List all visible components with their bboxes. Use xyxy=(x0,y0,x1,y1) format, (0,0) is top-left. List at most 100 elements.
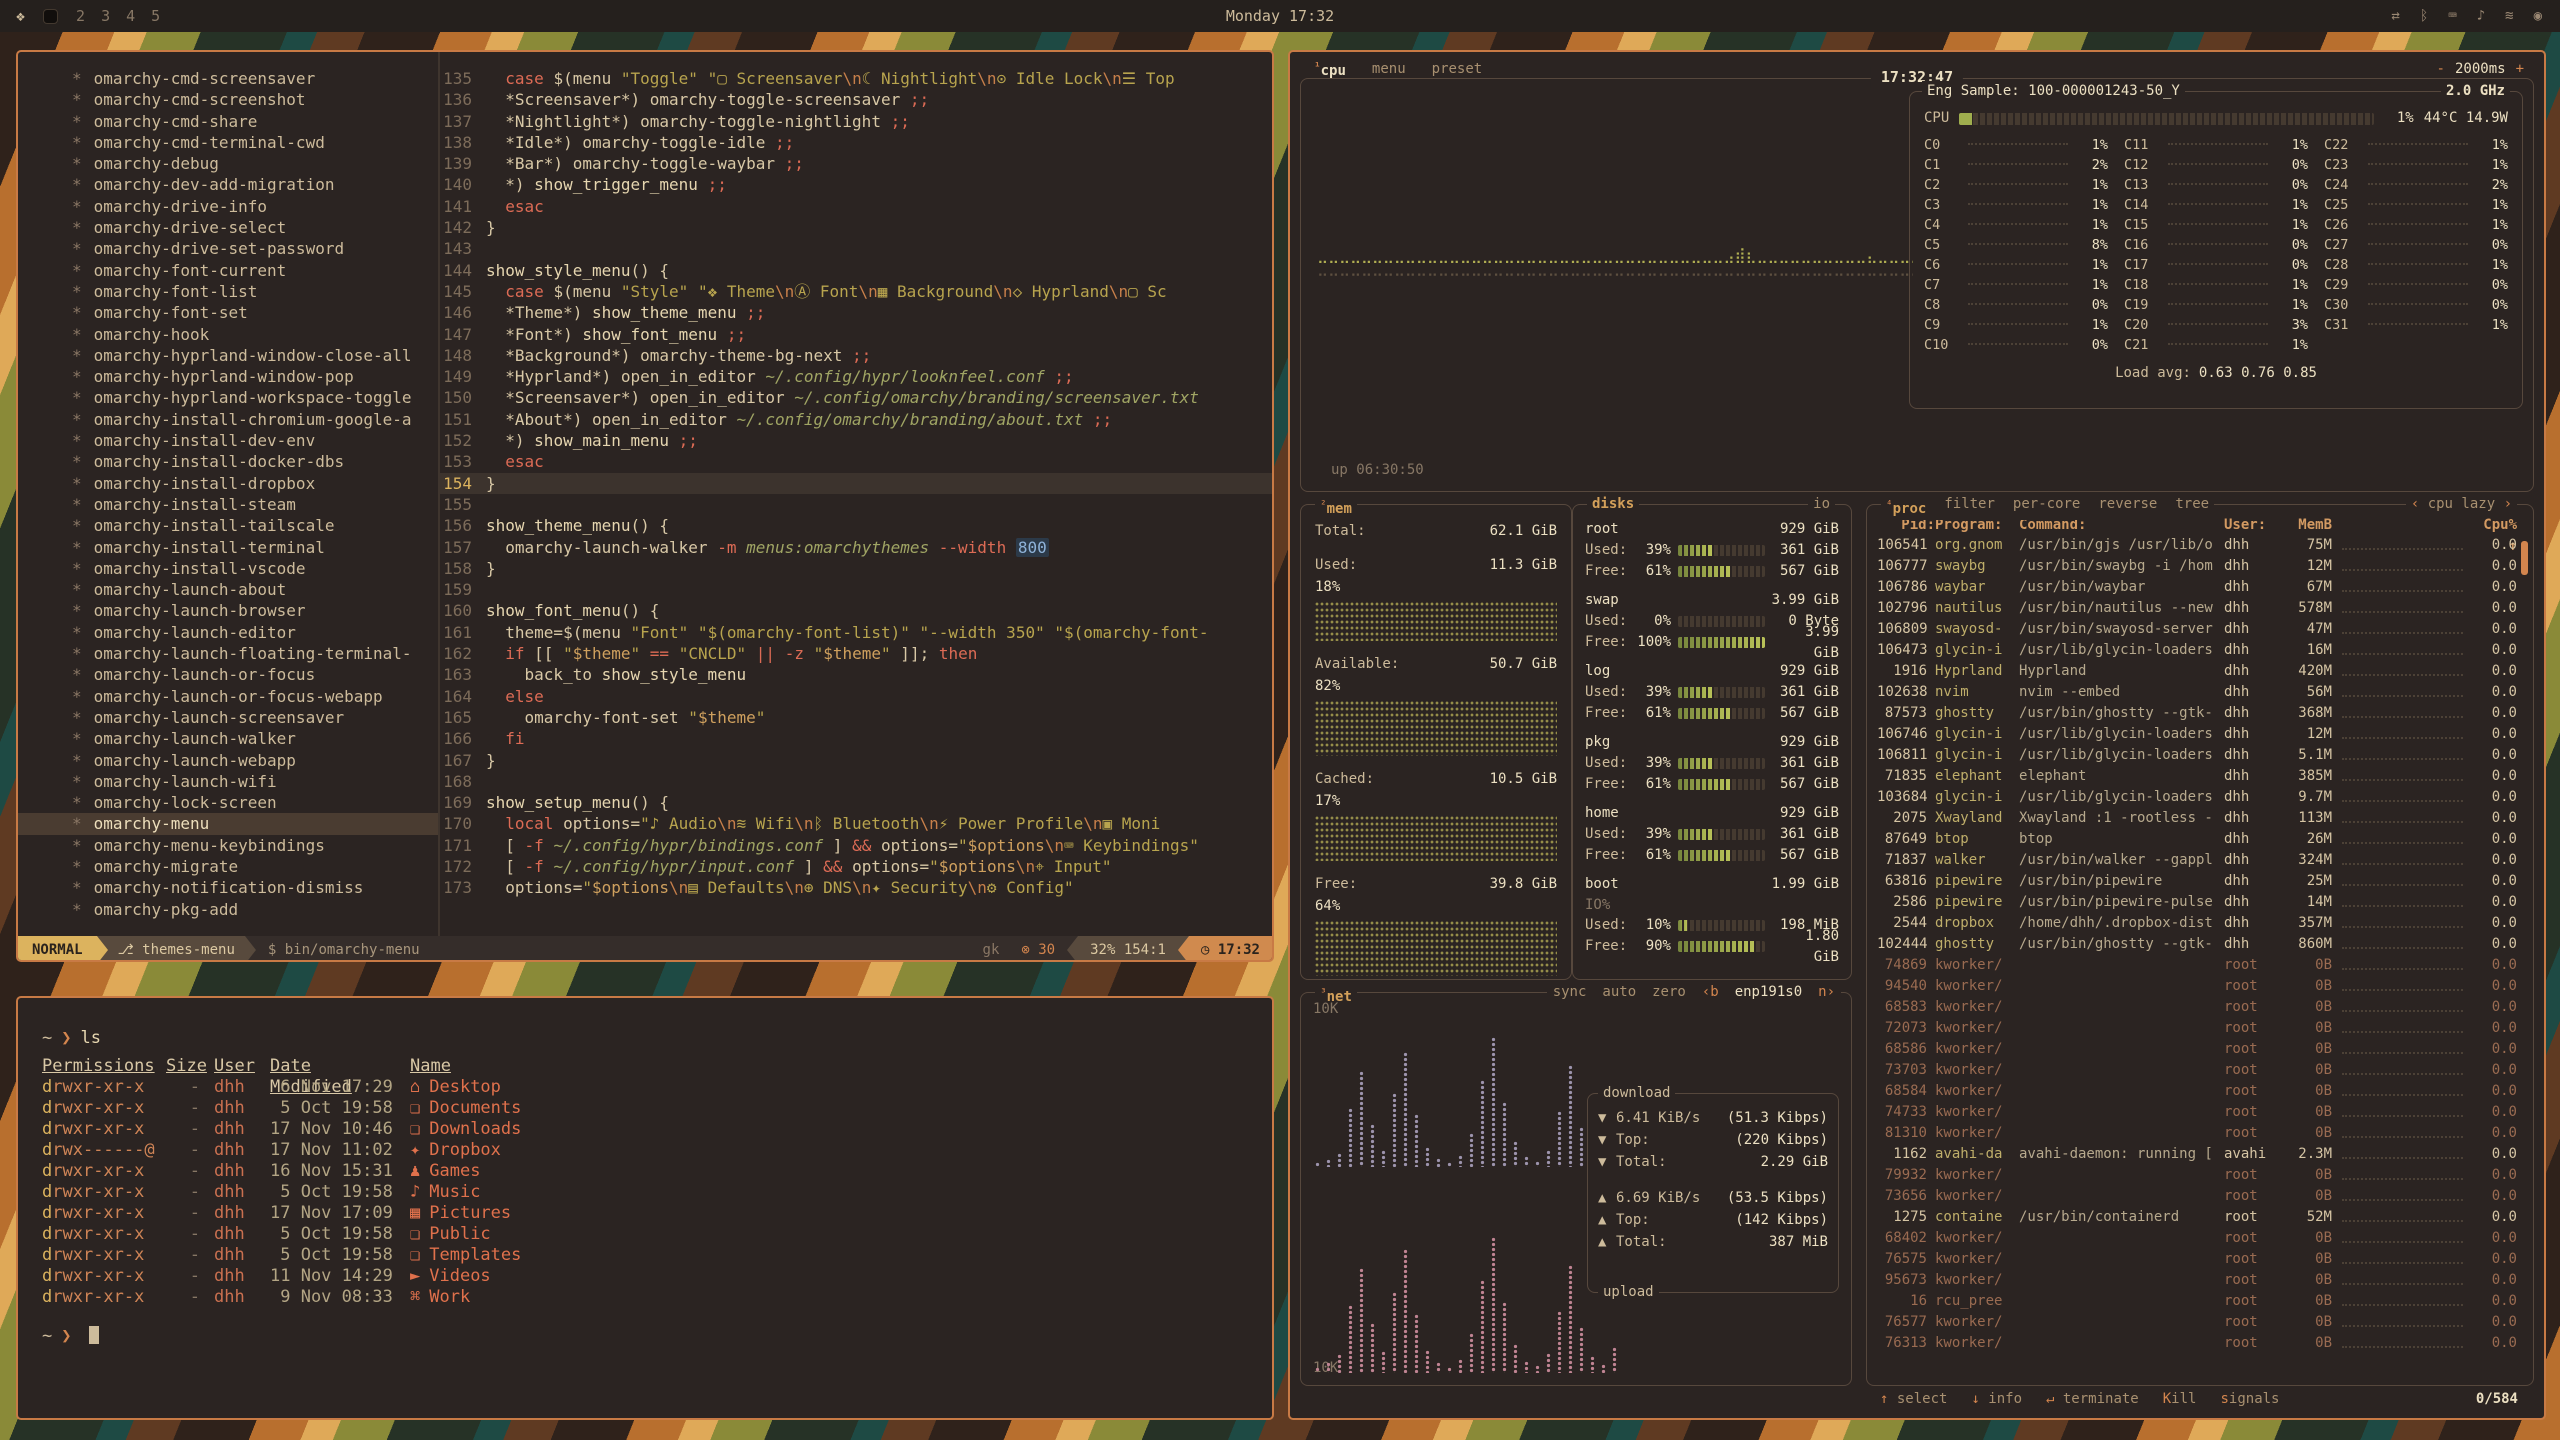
zero-button[interactable]: zero xyxy=(1652,982,1686,1003)
workspace-button[interactable]: 5 xyxy=(151,7,160,25)
code-line[interactable]: 163 back_to show_style_menu xyxy=(440,664,1272,685)
filter-button[interactable]: filter xyxy=(1944,494,1995,520)
bluetooth-icon[interactable]: ᛒ xyxy=(2420,8,2428,24)
code-line[interactable]: 146 *Theme*) show_theme_menu ;; xyxy=(440,302,1272,323)
menu-button[interactable]: menu xyxy=(1372,59,1406,80)
process-row[interactable]: 106809swayosd-/usr/bin/swayosd-serverdhh… xyxy=(1867,619,2533,640)
code-line[interactable]: 144show_style_menu() { xyxy=(440,260,1272,281)
file-item[interactable]: *omarchy-install-dev-env xyxy=(18,430,438,451)
proc-hint-button[interactable]: ↑ select xyxy=(1880,1389,1947,1410)
file-item[interactable]: *omarchy-launch-editor xyxy=(18,622,438,643)
code-line[interactable]: 148 *Background*) omarchy-theme-bg-next … xyxy=(440,345,1272,366)
file-item[interactable]: *omarchy-drive-set-password xyxy=(18,238,438,259)
code-line[interactable]: 165 omarchy-font-set "$theme" xyxy=(440,707,1272,728)
process-row[interactable]: 68583kworker/root0B0.0 xyxy=(1867,997,2533,1018)
file-item[interactable]: *omarchy-install-tailscale xyxy=(18,515,438,536)
file-item[interactable]: *omarchy-dev-add-migration xyxy=(18,174,438,195)
folder-name[interactable]: ❏Downloads xyxy=(402,1119,1272,1140)
process-row[interactable]: 76577kworker/root0B0.0 xyxy=(1867,1312,2533,1333)
code-line[interactable]: 170 local options="♪ Audio\n≋ Wifi\nᛒ Bl… xyxy=(440,813,1272,834)
code-line[interactable]: 157 omarchy-launch-walker -m menus:omarc… xyxy=(440,537,1272,558)
code-line[interactable]: 153 esac xyxy=(440,451,1272,472)
file-item[interactable]: *omarchy-pkg-add xyxy=(18,899,438,920)
code-line[interactable]: 151 *About*) open_in_editor ~/.config/om… xyxy=(440,409,1272,430)
screen-record-icon[interactable]: ◉ xyxy=(2534,8,2542,24)
code-line[interactable]: 141 esac xyxy=(440,196,1272,217)
code-editor[interactable]: 135 case $(menu "Toggle" "▢ Screensaver\… xyxy=(440,52,1272,936)
file-item[interactable]: *omarchy-install-terminal xyxy=(18,537,438,558)
code-line[interactable]: 161 theme=$(menu "Font" "$(omarchy-font-… xyxy=(440,622,1272,643)
process-row[interactable]: 71835elephantelephantdhh385M0.0 xyxy=(1867,766,2533,787)
process-row[interactable]: 76575kworker/root0B0.0 xyxy=(1867,1249,2533,1270)
tree-button[interactable]: tree xyxy=(2175,494,2209,520)
file-item[interactable]: *omarchy-launch-about xyxy=(18,579,438,600)
file-item[interactable]: *omarchy-hyprland-workspace-toggle xyxy=(18,387,438,408)
file-item[interactable]: *omarchy-drive-info xyxy=(18,196,438,217)
workspace-active-indicator[interactable] xyxy=(43,9,58,24)
process-row[interactable]: 95673kworker/root0B0.0 xyxy=(1867,1270,2533,1291)
file-item[interactable]: *omarchy-install-dropbox xyxy=(18,473,438,494)
process-row[interactable]: 74869kworker/root0B0.0 xyxy=(1867,955,2533,976)
code-line[interactable]: 149 *Hyprland*) open_in_editor ~/.config… xyxy=(440,366,1272,387)
file-item[interactable]: *omarchy-launch-or-focus xyxy=(18,664,438,685)
file-item[interactable]: *omarchy-migrate xyxy=(18,856,438,877)
process-row[interactable]: 2075XwaylandXwayland :1 -rootless -dhh11… xyxy=(1867,808,2533,829)
process-row[interactable]: 68402kworker/root0B0.0 xyxy=(1867,1228,2533,1249)
code-line[interactable]: 158} xyxy=(440,558,1272,579)
file-item[interactable]: *omarchy-hook xyxy=(18,324,438,345)
process-row[interactable]: 106746glycin-i/usr/lib/glycin-loadersdhh… xyxy=(1867,724,2533,745)
folder-name[interactable]: ✦Dropbox xyxy=(402,1140,1272,1161)
code-line[interactable]: 166 fi xyxy=(440,728,1272,749)
process-row[interactable]: 72073kworker/root0B0.0 xyxy=(1867,1018,2533,1039)
process-scrollbar[interactable] xyxy=(2521,541,2528,575)
file-item[interactable]: *omarchy-install-steam xyxy=(18,494,438,515)
code-line[interactable]: 172 [ -f ~/.config/hypr/input.conf ] && … xyxy=(440,856,1272,877)
folder-name[interactable]: ♪Music xyxy=(402,1182,1272,1203)
file-item[interactable]: *omarchy-font-current xyxy=(18,260,438,281)
file-item[interactable]: *omarchy-cmd-screensaver xyxy=(18,68,438,89)
file-item[interactable]: *omarchy-lock-screen xyxy=(18,792,438,813)
process-row[interactable]: 73703kworker/root0B0.0 xyxy=(1867,1060,2533,1081)
code-line[interactable]: 147 *Font*) show_font_menu ;; xyxy=(440,324,1272,345)
file-item[interactable]: *omarchy-notification-dismiss xyxy=(18,877,438,898)
file-item[interactable]: *omarchy-menu-keybindings xyxy=(18,835,438,856)
file-item[interactable]: *omarchy-font-list xyxy=(18,281,438,302)
process-row[interactable]: 106786waybar/usr/bin/waybardhh67M0.0 xyxy=(1867,577,2533,598)
file-item[interactable]: *omarchy-hyprland-window-pop xyxy=(18,366,438,387)
folder-name[interactable]: ♟Games xyxy=(402,1161,1272,1182)
process-row[interactable]: 2586pipewire/usr/bin/pipewire-pulsedhh14… xyxy=(1867,892,2533,913)
file-item[interactable]: *omarchy-cmd-screenshot xyxy=(18,89,438,110)
preset-button[interactable]: preset xyxy=(1432,59,1483,80)
file-item[interactable]: *omarchy-launch-webapp xyxy=(18,750,438,771)
code-line[interactable]: 150 *Screensaver*) open_in_editor ~/.con… xyxy=(440,387,1272,408)
code-line[interactable]: 173 options="$options\n▤ Defaults\n⊕ DNS… xyxy=(440,877,1272,898)
code-line[interactable]: 135 case $(menu "Toggle" "▢ Screensaver\… xyxy=(440,68,1272,89)
volume-icon[interactable]: ♪ xyxy=(2477,8,2485,24)
process-row[interactable]: 106811glycin-i/usr/lib/glycin-loadersdhh… xyxy=(1867,745,2533,766)
process-row[interactable]: 87649btopbtopdhh26M0.0 xyxy=(1867,829,2533,850)
process-row[interactable]: 87573ghostty/usr/bin/ghostty --gtk-dhh36… xyxy=(1867,703,2533,724)
file-item[interactable]: *omarchy-install-vscode xyxy=(18,558,438,579)
code-line[interactable]: 164 else xyxy=(440,686,1272,707)
process-row[interactable]: 68586kworker/root0B0.0 xyxy=(1867,1039,2533,1060)
interval-decrease-button[interactable]: - xyxy=(2437,59,2445,80)
proc-hint-button[interactable]: ↵ terminate xyxy=(2046,1389,2139,1410)
file-item[interactable]: *omarchy-cmd-share xyxy=(18,111,438,132)
file-item[interactable]: *omarchy-launch-or-focus-webapp xyxy=(18,686,438,707)
workspace-button[interactable]: 4 xyxy=(126,7,135,25)
process-row[interactable]: 73656kworker/root0B0.0 xyxy=(1867,1186,2533,1207)
code-line[interactable]: 137 *Nightlight*) omarchy-toggle-nightli… xyxy=(440,111,1272,132)
code-line[interactable]: 155 xyxy=(440,494,1272,515)
keyboard-icon[interactable]: ⌨ xyxy=(2448,8,2456,24)
code-line[interactable]: 139 *Bar*) omarchy-toggle-waybar ;; xyxy=(440,153,1272,174)
code-line[interactable]: 167} xyxy=(440,750,1272,771)
process-row[interactable]: 76313kworker/root0B0.0 xyxy=(1867,1333,2533,1354)
process-row[interactable]: 16rcu_preeroot0B0.0 xyxy=(1867,1291,2533,1312)
network-updown-icon[interactable]: ⇄ xyxy=(2391,8,2399,24)
file-item[interactable]: *omarchy-hyprland-window-close-all xyxy=(18,345,438,366)
code-line[interactable]: 136 *Screensaver*) omarchy-toggle-screen… xyxy=(440,89,1272,110)
process-row[interactable]: 74733kworker/root0B0.0 xyxy=(1867,1102,2533,1123)
code-line[interactable]: 142} xyxy=(440,217,1272,238)
process-row[interactable]: 94540kworker/root0B0.0 xyxy=(1867,976,2533,997)
code-line[interactable]: 154} xyxy=(440,473,1272,494)
